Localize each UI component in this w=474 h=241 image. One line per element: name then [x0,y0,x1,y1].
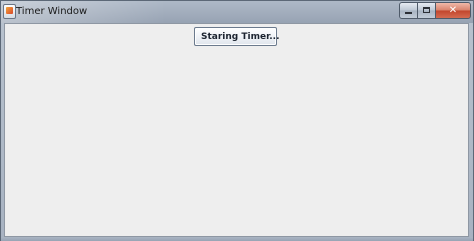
close-button[interactable]: ✕ [435,2,471,19]
maximize-icon [423,7,430,13]
start-timer-button[interactable]: Staring Timer... [194,27,279,46]
maximize-button[interactable] [417,2,436,19]
close-icon: ✕ [448,5,458,16]
timer-window: Timer Window ✕ Staring Timer... [0,0,474,241]
window-title: Timer Window [16,6,88,17]
minimize-icon [405,12,412,14]
content-panel: Staring Timer... [4,23,469,237]
window-bottom-border [1,237,473,241]
title-bar[interactable]: Timer Window ✕ [1,1,473,23]
java-app-icon[interactable] [3,4,16,19]
minimize-button[interactable] [399,2,418,19]
